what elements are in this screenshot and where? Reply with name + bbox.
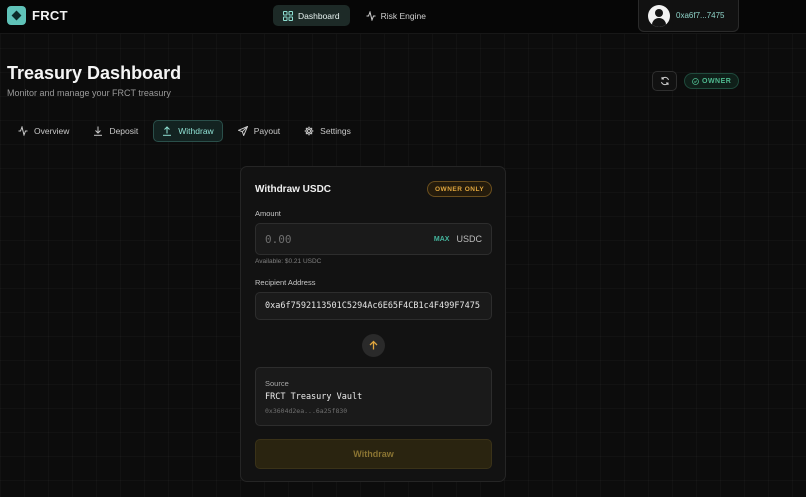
recipient-input[interactable]: 0xa6f7592113501C5294Ac6E65F4CB1c4F499F74… [265, 301, 480, 311]
direction-indicator [362, 334, 385, 357]
wallet-button[interactable]: 0xa6f7...7475 [638, 0, 739, 32]
withdraw-button[interactable]: Withdraw [255, 439, 492, 469]
amount-input[interactable]: 0.00 [265, 233, 434, 246]
nav-dashboard-label: Dashboard [298, 10, 340, 21]
role-badge-label: OWNER [702, 77, 732, 85]
available-balance: Available: $0.21 USDC [255, 258, 322, 265]
brand-logo[interactable]: FRCT [7, 6, 68, 25]
arrow-up-icon [369, 340, 378, 350]
wallet-address: 0xa6f7...7475 [676, 11, 725, 20]
withdraw-title: Withdraw USDC [255, 184, 332, 195]
tab-overview[interactable]: Overview [9, 120, 78, 142]
tab-deposit-label: Deposit [109, 126, 139, 136]
tab-bar: Overview Deposit Withdraw Payout Setting… [9, 120, 360, 142]
amount-unit: USDC [456, 234, 482, 244]
source-panel: Source FRCT Treasury Vault 0x3604d2ea...… [255, 367, 492, 426]
amount-label: Amount [255, 209, 281, 218]
download-icon [94, 126, 103, 136]
check-circle-icon [692, 77, 699, 85]
source-name: FRCT Treasury Vault [265, 392, 363, 402]
nav-risk-engine-label: Risk Engine [380, 10, 426, 21]
tab-payout-label: Payout [253, 126, 281, 136]
refresh-icon [660, 76, 669, 86]
source-address: 0x3604d2ea...6a25f830 [265, 407, 348, 415]
tab-settings[interactable]: Settings [295, 120, 360, 142]
page-subtitle: Monitor and manage your FRCT treasury [7, 88, 171, 98]
withdraw-card: Withdraw USDC OWNER ONLY Amount 0.00 MAX… [240, 166, 506, 482]
role-badge: OWNER [684, 73, 740, 89]
avatar [648, 4, 670, 27]
brand-name: FRCT [32, 8, 68, 23]
recipient-field[interactable]: 0xa6f7592113501C5294Ac6E65F4CB1c4F499F74… [255, 292, 492, 320]
gear-icon [304, 126, 314, 136]
tab-overview-label: Overview [34, 126, 70, 136]
logo-icon [7, 6, 26, 25]
owner-only-badge: OWNER ONLY [427, 181, 493, 197]
source-label: Source [265, 379, 289, 388]
activity-icon [366, 10, 376, 21]
page-title: Treasury Dashboard [7, 63, 182, 83]
tab-deposit[interactable]: Deposit [84, 120, 147, 142]
recipient-label: Recipient Address [255, 278, 316, 287]
tab-payout[interactable]: Payout [229, 120, 289, 142]
top-bar: FRCT Dashboard Risk Engine 0xa6f7...7475 [0, 0, 806, 34]
tab-settings-label: Settings [320, 126, 351, 136]
tab-withdraw-label: Withdraw [178, 126, 214, 136]
upload-icon [163, 126, 172, 136]
max-button[interactable]: MAX [434, 236, 450, 243]
send-icon [237, 126, 248, 136]
nav-dashboard[interactable]: Dashboard [273, 5, 350, 26]
tab-withdraw[interactable]: Withdraw [153, 120, 223, 142]
activity-icon [18, 126, 28, 136]
main-nav: Dashboard Risk Engine [273, 5, 436, 26]
amount-field[interactable]: 0.00 MAX USDC [255, 223, 492, 255]
refresh-button[interactable] [652, 71, 677, 91]
grid-icon [283, 10, 293, 21]
nav-risk-engine[interactable]: Risk Engine [356, 5, 436, 26]
